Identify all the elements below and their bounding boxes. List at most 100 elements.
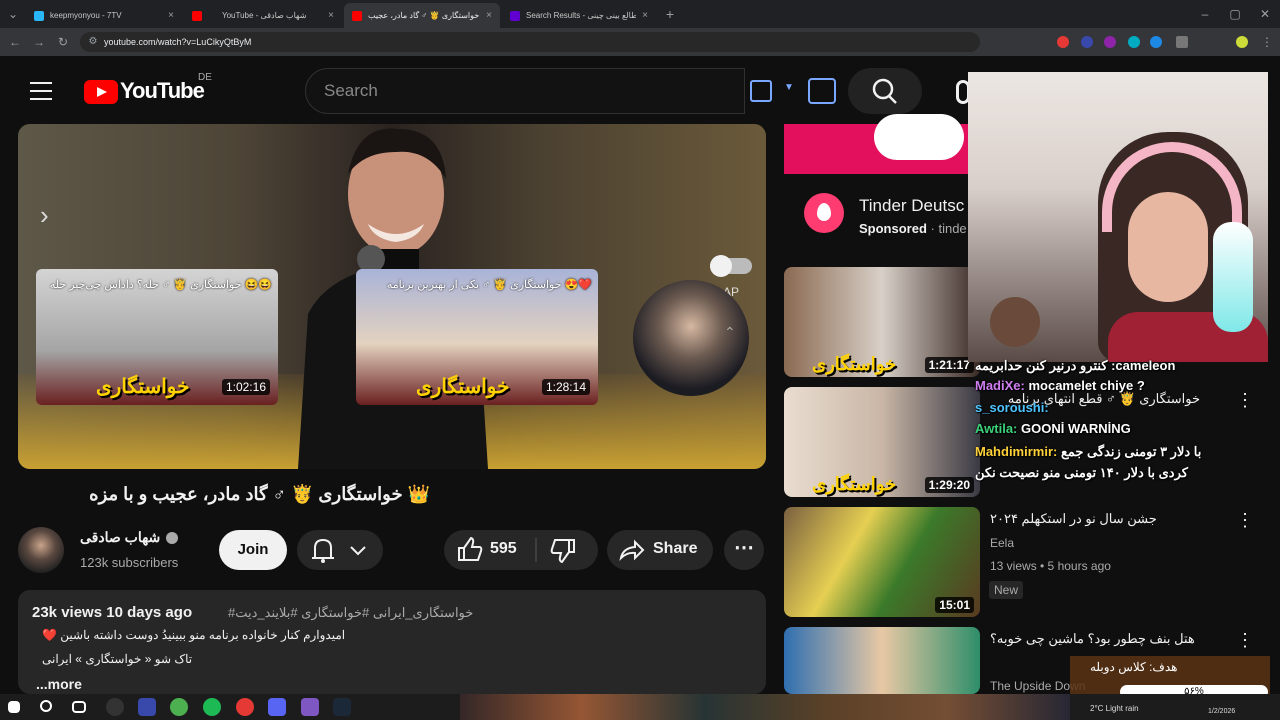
site-info-icon[interactable]: ⚙ bbox=[84, 33, 102, 51]
video-duration: 15:01 bbox=[935, 597, 974, 613]
thumbs-up-icon bbox=[458, 536, 483, 561]
card-duration: 1:28:14 bbox=[541, 379, 590, 395]
subscribed-dropdown-button[interactable] bbox=[297, 530, 383, 570]
ad-banner-image[interactable] bbox=[784, 114, 974, 174]
search-input[interactable]: Search bbox=[305, 68, 745, 114]
ad-domain: · tinde bbox=[930, 221, 967, 236]
chat-text: با دلار ۳ تومنی زندگی جمع bbox=[1060, 444, 1202, 459]
bell-icon bbox=[312, 538, 366, 563]
ad-title[interactable]: Tinder Deutsc bbox=[859, 196, 964, 216]
end-screen-card[interactable]: خواستگاری 🤴 ♂ یکی از بهترین برنامه 😍❤️ خ… bbox=[356, 269, 598, 405]
chat-message: MadiXe: mocamelet chiye ? bbox=[975, 378, 1145, 393]
video-title[interactable]: هتل بنف چطور بود؟ ماشین چی خوبه؟ bbox=[990, 631, 1220, 647]
app-icon[interactable] bbox=[236, 698, 254, 716]
channel-name[interactable]: Eela bbox=[990, 536, 1014, 550]
close-window-button[interactable]: ✕ bbox=[1256, 5, 1274, 23]
tab-title: خواستگاری 🤴 ♂ گاد مادر، عجیب bbox=[368, 11, 480, 20]
weather-widget[interactable]: 2°C Light rain bbox=[1090, 704, 1139, 713]
video-options-icon[interactable]: ⋮ bbox=[1236, 510, 1254, 531]
taskbar-preview[interactable] bbox=[460, 694, 1070, 720]
chevron-up-icon[interactable]: ⌃ bbox=[724, 324, 736, 341]
new-tab-button[interactable]: + bbox=[661, 5, 679, 23]
hamburger-menu-icon[interactable] bbox=[30, 82, 52, 100]
more-actions-button[interactable]: ⋯ bbox=[724, 530, 764, 570]
chevron-down-icon[interactable]: ▼ bbox=[784, 82, 794, 93]
maximize-button[interactable]: ▢ bbox=[1226, 5, 1244, 23]
description-line: امیدوارم کنار خانواده برنامه منو ببینیدُ… bbox=[42, 628, 346, 642]
url-input[interactable]: youtube.com/watch?v=LuCikyQtByM bbox=[80, 32, 980, 52]
menu-dots-icon[interactable]: ⋮ bbox=[1258, 33, 1276, 51]
dislike-button[interactable] bbox=[540, 530, 598, 570]
close-tab-icon[interactable]: × bbox=[642, 10, 648, 21]
description-box[interactable]: 23k views 10 days ago #خواستگاری_ایرانی … bbox=[18, 590, 766, 694]
obs-icon[interactable] bbox=[106, 698, 124, 716]
browser-tab[interactable] bbox=[184, 3, 212, 28]
like-count[interactable]: 595 bbox=[490, 540, 517, 558]
extension-icon[interactable] bbox=[1057, 36, 1069, 48]
chat-message: Awtila: GOONİ WARNİNG bbox=[975, 421, 1131, 436]
browser-tab-active[interactable]: خواستگاری 🤴 ♂ گاد مادر، عجیب × bbox=[344, 3, 500, 28]
show-more-link[interactable]: ...more bbox=[36, 676, 82, 692]
channel-avatar[interactable] bbox=[18, 527, 64, 573]
youtube-logo-text[interactable]: YouTube bbox=[120, 78, 205, 104]
join-button[interactable]: Join bbox=[219, 530, 287, 570]
forward-arrow-icon[interactable]: → bbox=[30, 33, 48, 51]
chat-text: mocamelet chiye ? bbox=[1028, 378, 1145, 393]
search-icon[interactable] bbox=[40, 700, 52, 712]
app-icon[interactable] bbox=[301, 698, 319, 716]
taskbar-date: 1/2/2026 bbox=[1208, 708, 1236, 715]
browser-tab[interactable]: YouTube - شهاب صادقی × bbox=[214, 3, 342, 28]
discord-icon[interactable] bbox=[268, 698, 286, 716]
autoplay-toggle[interactable] bbox=[710, 255, 752, 277]
video-title[interactable]: جشن سال نو در استکهلم ۲۰۲۴ bbox=[990, 511, 1220, 527]
close-tab-icon[interactable]: × bbox=[328, 10, 334, 21]
windows-start-icon[interactable] bbox=[8, 701, 20, 713]
extension-icon[interactable] bbox=[1150, 36, 1162, 48]
steam-icon[interactable] bbox=[333, 698, 351, 716]
extension-icon[interactable] bbox=[1128, 36, 1140, 48]
channel-name[interactable]: شهاب صادقی bbox=[80, 529, 160, 546]
extension-icon[interactable] bbox=[1081, 36, 1093, 48]
chat-message: s_soroushi: bbox=[975, 400, 1049, 415]
search-button[interactable] bbox=[848, 68, 922, 114]
flame-icon bbox=[817, 203, 831, 221]
hashtags[interactable]: #خواستگاری_ایرانی #خواستگاری #بلایند_دیت bbox=[228, 605, 473, 621]
tab-list-button[interactable]: ⌄ bbox=[4, 5, 22, 23]
close-tab-icon[interactable]: × bbox=[168, 10, 174, 21]
video-player[interactable]: › ↻ ‹ خواستگاری 🤴 ♂ حله؟ داداش چی‌چیز حل… bbox=[18, 124, 766, 469]
video-thumbnail[interactable]: خواستگاری 1:21:17 bbox=[784, 267, 980, 377]
chat-username: s_soroushi: bbox=[975, 400, 1049, 415]
extension-icon[interactable] bbox=[1104, 36, 1116, 48]
puzzle-icon[interactable] bbox=[1176, 36, 1188, 48]
task-view-icon[interactable] bbox=[72, 701, 86, 713]
tab-title: Search Results - طالع بینی چینی bbox=[526, 11, 637, 20]
translate-icon[interactable] bbox=[750, 80, 772, 102]
profile-avatar-icon[interactable] bbox=[1236, 36, 1248, 48]
search-extension-icon[interactable] bbox=[808, 78, 836, 104]
close-tab-icon[interactable]: × bbox=[486, 10, 492, 21]
video-options-icon[interactable]: ⋮ bbox=[1236, 630, 1254, 651]
view-count-date: 23k views 10 days ago bbox=[32, 604, 193, 621]
minimize-button[interactable]: – bbox=[1196, 5, 1214, 23]
youtube-logo-icon[interactable] bbox=[84, 80, 118, 104]
end-screen-card[interactable]: خواستگاری 🤴 ♂ حله؟ داداش چی‌چیز حله 😆😆 خ… bbox=[36, 269, 278, 405]
chevron-right-icon[interactable]: › bbox=[40, 200, 49, 231]
video-thumbnail[interactable] bbox=[784, 627, 980, 694]
video-title: 👑 خواستگاری 🤴 ♂ گاد مادر، عجیب و با مزه bbox=[89, 484, 430, 504]
vegas-icon[interactable] bbox=[138, 698, 156, 716]
back-arrow-icon[interactable]: ← bbox=[6, 33, 24, 51]
share-icon bbox=[619, 539, 645, 562]
chat-message: کردی با دلار ۱۴۰ تومنی منو نصیحت نکن bbox=[975, 465, 1188, 481]
video-thumbnail[interactable]: خواستگاری 1:29:20 bbox=[784, 387, 980, 497]
reload-icon[interactable]: ↻ bbox=[54, 33, 72, 51]
search-icon bbox=[872, 78, 897, 104]
tinder-logo-icon[interactable] bbox=[804, 193, 844, 233]
spotify-icon[interactable] bbox=[203, 698, 221, 716]
browser-tab[interactable]: Search Results - طالع بینی چینی × bbox=[502, 3, 656, 28]
plush-toy bbox=[990, 297, 1040, 347]
browser-tab[interactable]: keepmyonyou - 7TV × bbox=[26, 3, 182, 28]
video-thumbnail[interactable]: 15:01 bbox=[784, 507, 980, 617]
video-options-icon[interactable]: ⋮ bbox=[1236, 390, 1254, 411]
country-code: DE bbox=[198, 72, 212, 83]
chrome-icon[interactable] bbox=[170, 698, 188, 716]
